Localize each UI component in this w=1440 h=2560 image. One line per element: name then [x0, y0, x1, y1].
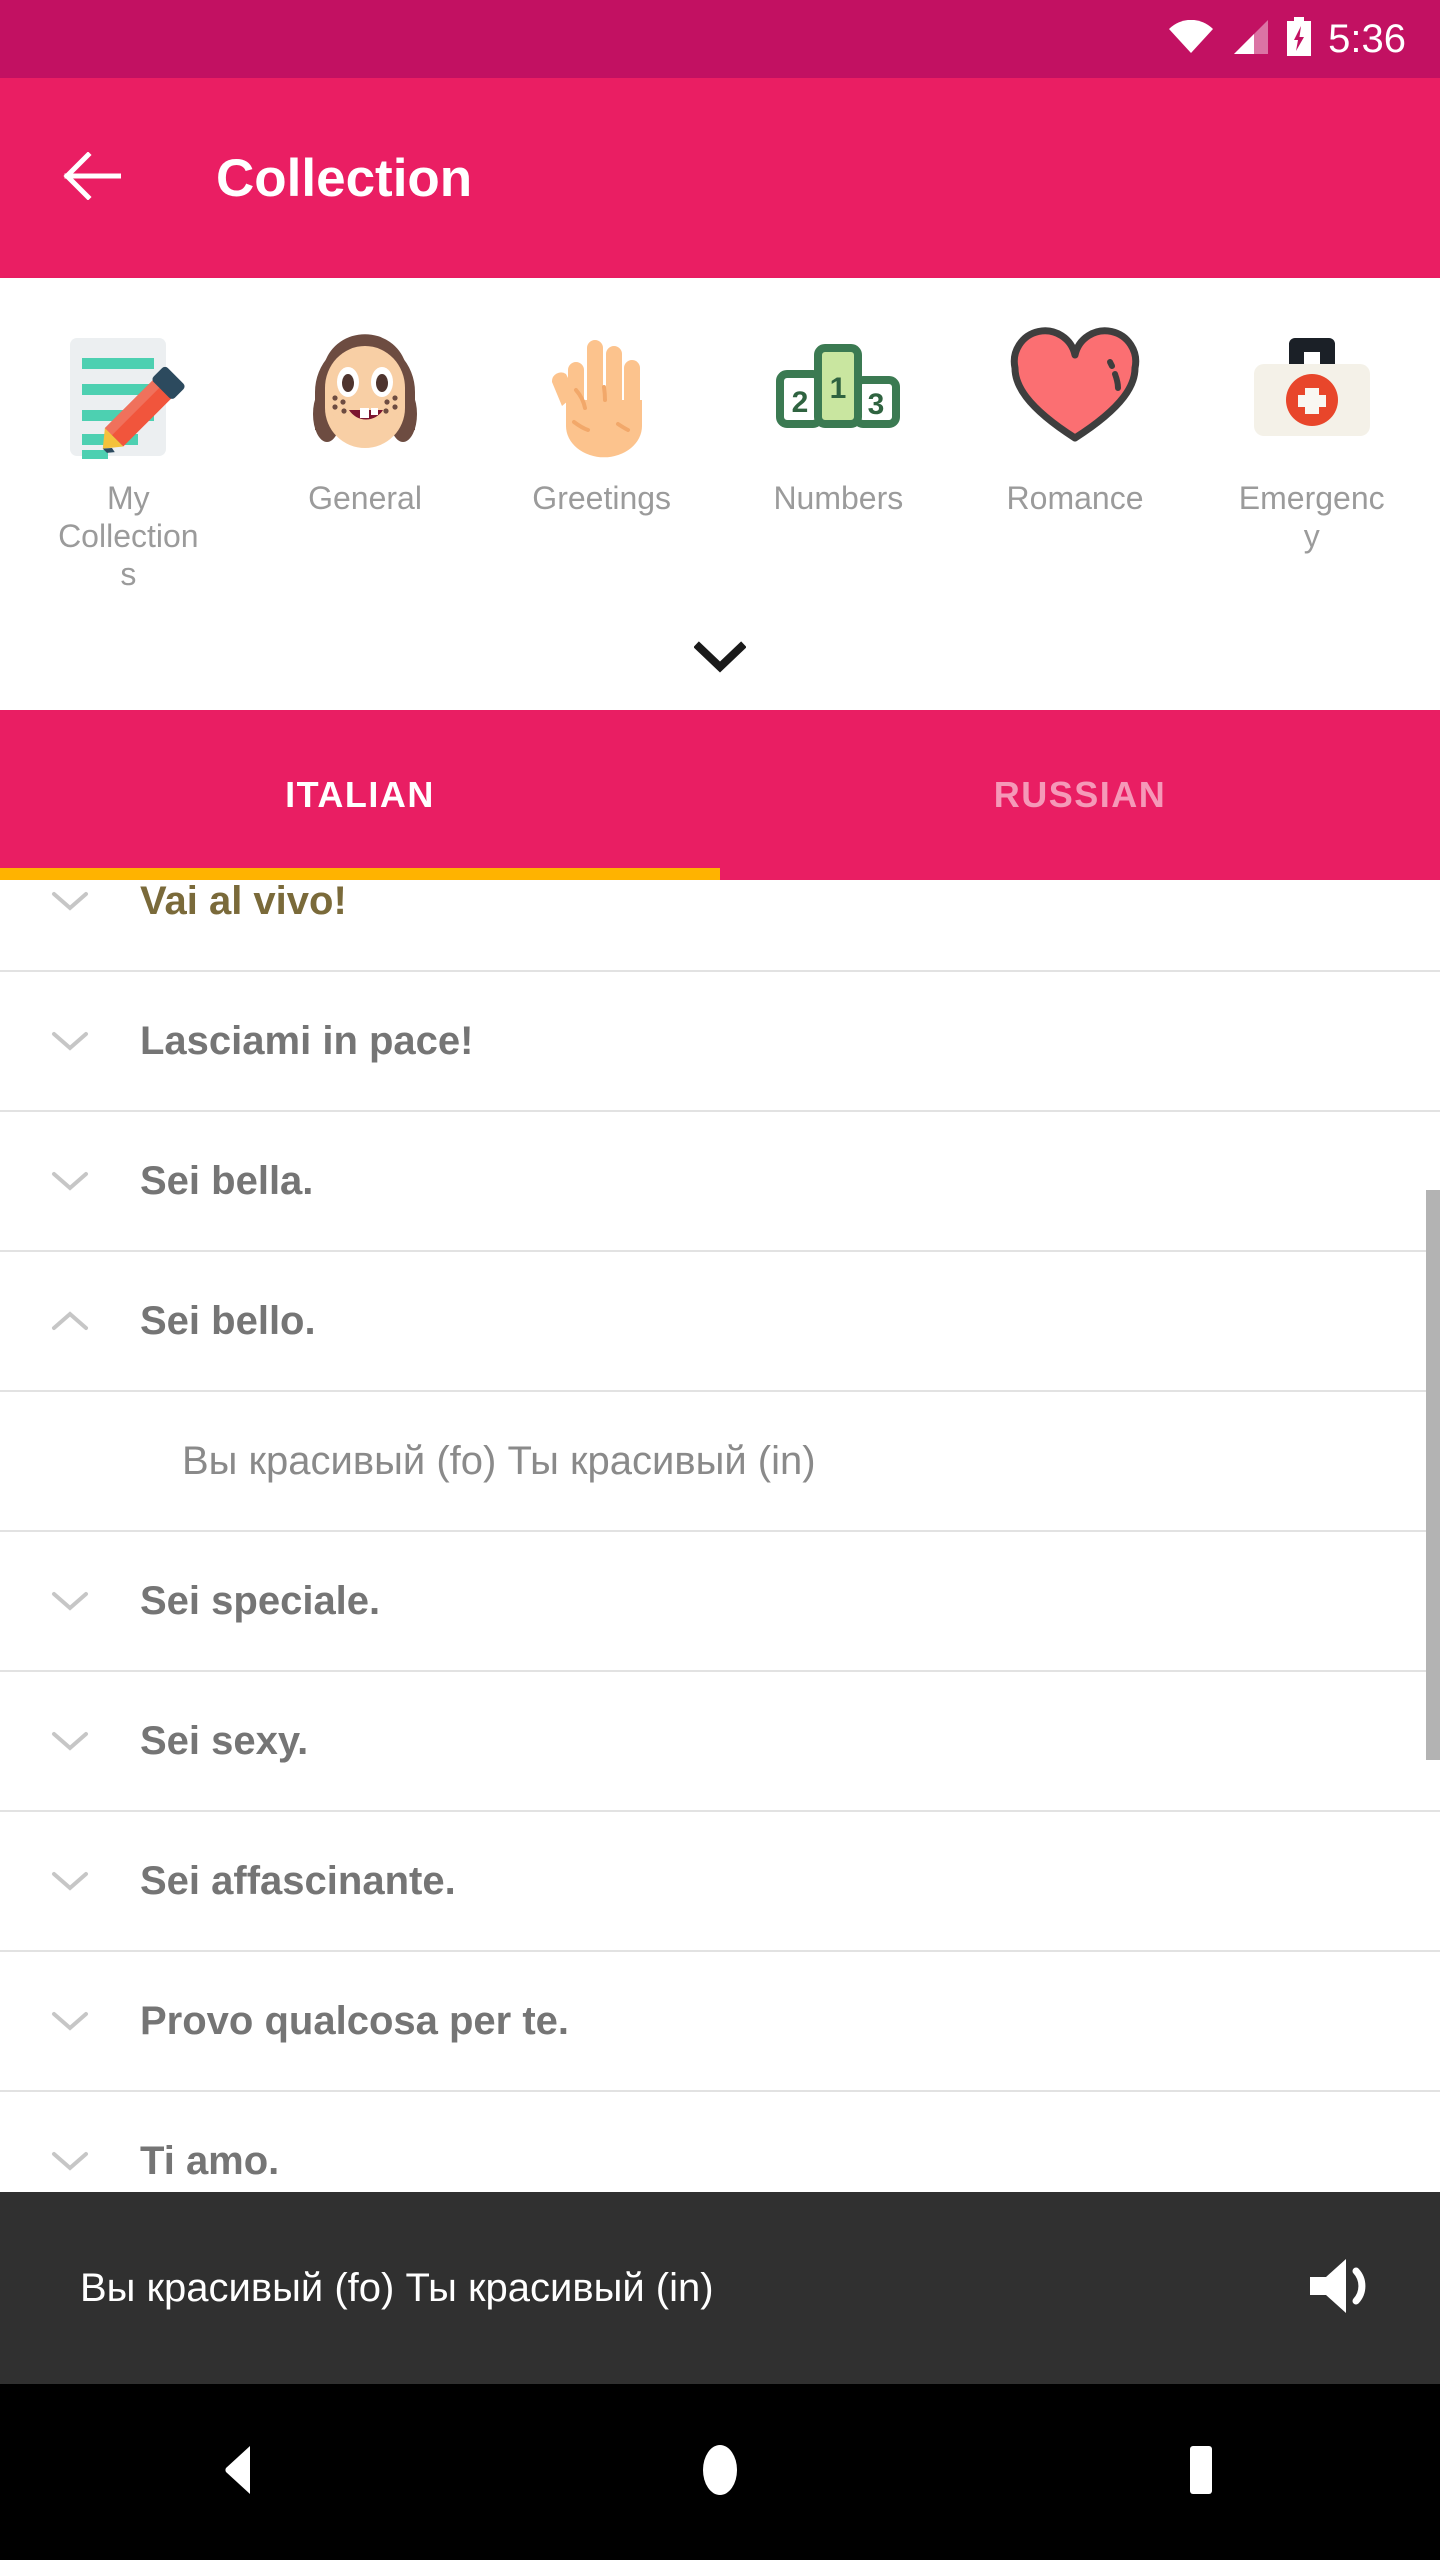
battery-charging-icon [1286, 16, 1312, 62]
category-item-greetings[interactable]: Greetings [483, 322, 720, 518]
expand-categories-button[interactable] [0, 616, 1440, 702]
scrollbar-thumb[interactable] [1426, 1190, 1440, 1760]
raised-hand-icon [532, 322, 672, 472]
chevron-down-icon [693, 640, 747, 678]
nav-recents-square-icon [1173, 2442, 1227, 2503]
cellular-signal-icon [1230, 19, 1270, 60]
category-label: My Collections [58, 480, 199, 592]
girl-face-icon [295, 322, 435, 472]
chevron-down-icon[interactable] [42, 1853, 98, 1909]
podium-123-icon: 2 1 3 [768, 322, 908, 472]
nav-back-triangle-icon [214, 2442, 266, 2503]
phrase-list[interactable]: Vai al vivo! Lasciami in pace! Sei bella… [0, 710, 1440, 2190]
phrase-text: Sei bella. [140, 1159, 314, 1203]
chevron-down-icon[interactable] [42, 873, 98, 929]
list-item-expanded[interactable]: Sei bello. [0, 1252, 1440, 1392]
chevron-up-icon[interactable] [42, 1293, 98, 1349]
status-bar: 5:36 [0, 0, 1440, 78]
page-title: Collection [216, 148, 473, 208]
category-item-numbers[interactable]: 2 1 3 Numbers [720, 322, 957, 518]
chevron-down-icon[interactable] [42, 1993, 98, 2049]
android-nav-bar [0, 2384, 1440, 2560]
status-bar-clock: 5:36 [1328, 17, 1406, 61]
category-list: My Collections General Greetings 2 1 3 N… [0, 278, 1440, 608]
category-panel: My Collections General Greetings 2 1 3 N… [0, 278, 1440, 710]
list-item[interactable]: Sei bella. [0, 1112, 1440, 1252]
heart-icon [1005, 322, 1145, 472]
phrase-text: Sei speciale. [140, 1579, 381, 1623]
phrase-text: Ti amo. [140, 2139, 280, 2183]
audio-player-bar: Вы красивый (fo) Ты красивый (in) [0, 2192, 1440, 2384]
translation-row: Вы красивый (fo) Ты красивый (in) [0, 1392, 1440, 1532]
status-bar-icons [1168, 16, 1312, 62]
list-scrollbar[interactable] [1426, 710, 1440, 2190]
category-item-general[interactable]: General [247, 322, 484, 518]
back-button[interactable] [62, 148, 122, 208]
nav-back-button[interactable] [160, 2417, 320, 2527]
category-label: General [308, 480, 422, 516]
tab-label: RUSSIAN [993, 774, 1167, 815]
phrase-text: Sei sexy. [140, 1719, 309, 1763]
phrase-text: Sei bello. [140, 1299, 316, 1343]
nav-home-circle-icon [692, 2440, 748, 2505]
category-item-romance[interactable]: Romance [957, 322, 1194, 518]
category-item-my-collections[interactable]: My Collections [10, 322, 247, 593]
nav-home-button[interactable] [640, 2417, 800, 2527]
svg-text:2: 2 [792, 386, 809, 419]
chevron-down-icon[interactable] [42, 1573, 98, 1629]
memo-pencil-icon [58, 322, 198, 472]
back-arrow-icon [63, 150, 122, 205]
phrase-text: Vai al vivo! [140, 879, 347, 923]
list-item[interactable]: Lasciami in pace! [0, 972, 1440, 1112]
chevron-down-icon[interactable] [42, 1013, 98, 1069]
chevron-down-icon[interactable] [42, 1153, 98, 1209]
phrase-text: Sei affascinante. [140, 1859, 456, 1903]
first-aid-kit-icon [1242, 322, 1382, 472]
svg-text:1: 1 [830, 372, 847, 405]
list-item[interactable]: Sei sexy. [0, 1672, 1440, 1812]
list-item[interactable]: Sei speciale. [0, 1532, 1440, 1672]
category-label: Emergency [1238, 480, 1385, 554]
category-label: Greetings [532, 480, 672, 516]
phrase-list-inner: Vai al vivo! Lasciami in pace! Sei bella… [0, 832, 1440, 2190]
tab-active-indicator [0, 868, 720, 880]
player-phrase-text: Вы красивый (fo) Ты красивый (in) [80, 2266, 714, 2310]
language-tab-bar: ITALIAN RUSSIAN [0, 710, 1440, 880]
phrase-text: Provo qualcosa per te. [140, 1999, 570, 2043]
tab-italian[interactable]: ITALIAN [0, 710, 720, 880]
wifi-icon [1168, 19, 1214, 59]
list-item[interactable]: Provo qualcosa per te. [0, 1952, 1440, 2092]
svg-text:3: 3 [868, 388, 885, 421]
tab-label: ITALIAN [285, 774, 435, 815]
speaker-volume-icon [1306, 2253, 1382, 2324]
chevron-down-icon[interactable] [42, 1713, 98, 1769]
play-audio-button[interactable] [1296, 2240, 1392, 2336]
list-item[interactable]: Sei affascinante. [0, 1812, 1440, 1952]
translation-text: Вы красивый (fo) Ты красивый (in) [182, 1439, 816, 1483]
chevron-down-icon[interactable] [42, 2133, 98, 2189]
list-item[interactable]: Ti amo. [0, 2092, 1440, 2190]
category-label: Romance [1006, 480, 1144, 516]
category-item-emergency[interactable]: Emergency [1193, 322, 1430, 556]
app-bar: Collection [0, 78, 1440, 278]
category-label: Numbers [773, 480, 904, 516]
app-root: 5:36 Collection My Collections General G… [0, 0, 1440, 2560]
phrase-text: Lasciami in pace! [140, 1019, 474, 1063]
tab-russian[interactable]: RUSSIAN [720, 710, 1440, 880]
nav-recents-button[interactable] [1120, 2417, 1280, 2527]
